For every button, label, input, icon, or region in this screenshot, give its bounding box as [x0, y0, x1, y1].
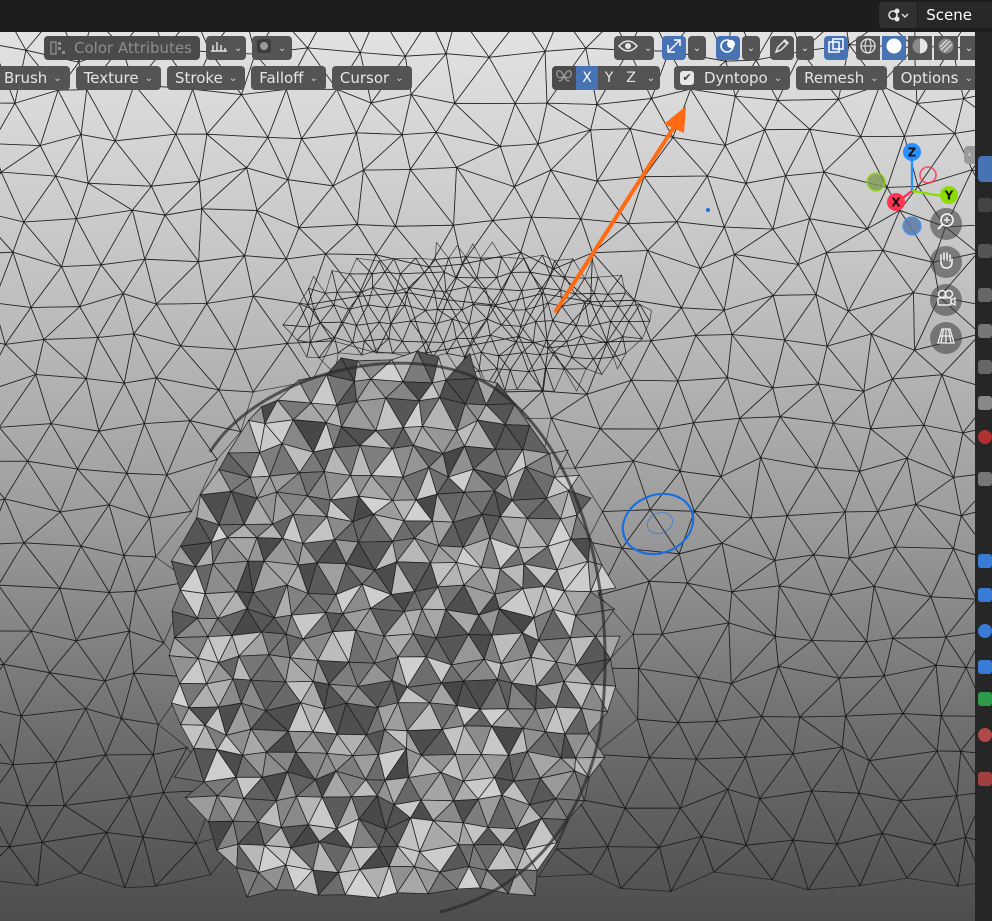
3d-viewport[interactable]: Color Attributes ⌄ ⌄ ⌄ ⌄ ⌄ ⌄ ⌄ Brush ⌄ T…: [0, 32, 975, 921]
zoom-icon: [936, 212, 956, 236]
gizmo-y-handle[interactable]: Y: [940, 186, 958, 204]
gizmo-y-label: Y: [944, 189, 954, 203]
sidebar-collapse-tab[interactable]: ‹: [964, 146, 975, 164]
constraints-tab-icon[interactable]: [978, 660, 992, 674]
scene-selector[interactable]: Scene: [879, 2, 992, 28]
render-tab-icon[interactable]: [978, 244, 992, 258]
physics-tab-icon[interactable]: [978, 624, 992, 638]
object-tab-icon[interactable]: [978, 472, 992, 486]
blue-dot-marker: [706, 208, 710, 212]
gizmo-x-label: X: [891, 196, 901, 210]
annotation-layer: [554, 106, 710, 556]
gizmo-z-label: Z: [908, 146, 917, 160]
view-layer-tab-icon[interactable]: [978, 324, 992, 338]
grid-perspective-icon: [936, 326, 956, 350]
properties-tab-strip: [975, 32, 992, 921]
negative-x-handle[interactable]: [866, 172, 886, 192]
material-tab-icon[interactable]: [978, 728, 992, 742]
pan-button[interactable]: [930, 246, 962, 278]
scene-tab-icon[interactable]: [978, 360, 992, 374]
camera-icon: [935, 288, 957, 312]
top-bar: Scene: [0, 0, 992, 32]
data-tab-icon[interactable]: [978, 692, 992, 706]
texture-tab-icon[interactable]: [978, 772, 992, 786]
negative-y-handle[interactable]: [919, 166, 937, 184]
brush-cursor: [621, 492, 695, 556]
particles-tab-icon[interactable]: [978, 588, 992, 602]
scene-icon[interactable]: [879, 2, 918, 28]
output-tab-icon[interactable]: [978, 288, 992, 302]
world-tab-icon[interactable]: [978, 396, 992, 410]
zoom-button[interactable]: [930, 208, 962, 240]
negative-z-handle[interactable]: [902, 216, 922, 236]
orange-arrow-annotation: [554, 106, 686, 313]
camera-view-button[interactable]: [930, 284, 962, 316]
pan-hand-icon: [936, 250, 956, 274]
scene-name[interactable]: Scene: [918, 2, 992, 28]
active-tool-tab[interactable]: [978, 156, 992, 182]
perspective-toggle-button[interactable]: [930, 322, 962, 354]
gizmo-z-handle[interactable]: Z: [903, 143, 921, 161]
gizmo-x-handle[interactable]: X: [887, 193, 905, 211]
collection-tab-icon[interactable]: [978, 430, 992, 444]
modifier-tab-icon[interactable]: [978, 554, 992, 568]
tab-icon[interactable]: [978, 198, 992, 212]
